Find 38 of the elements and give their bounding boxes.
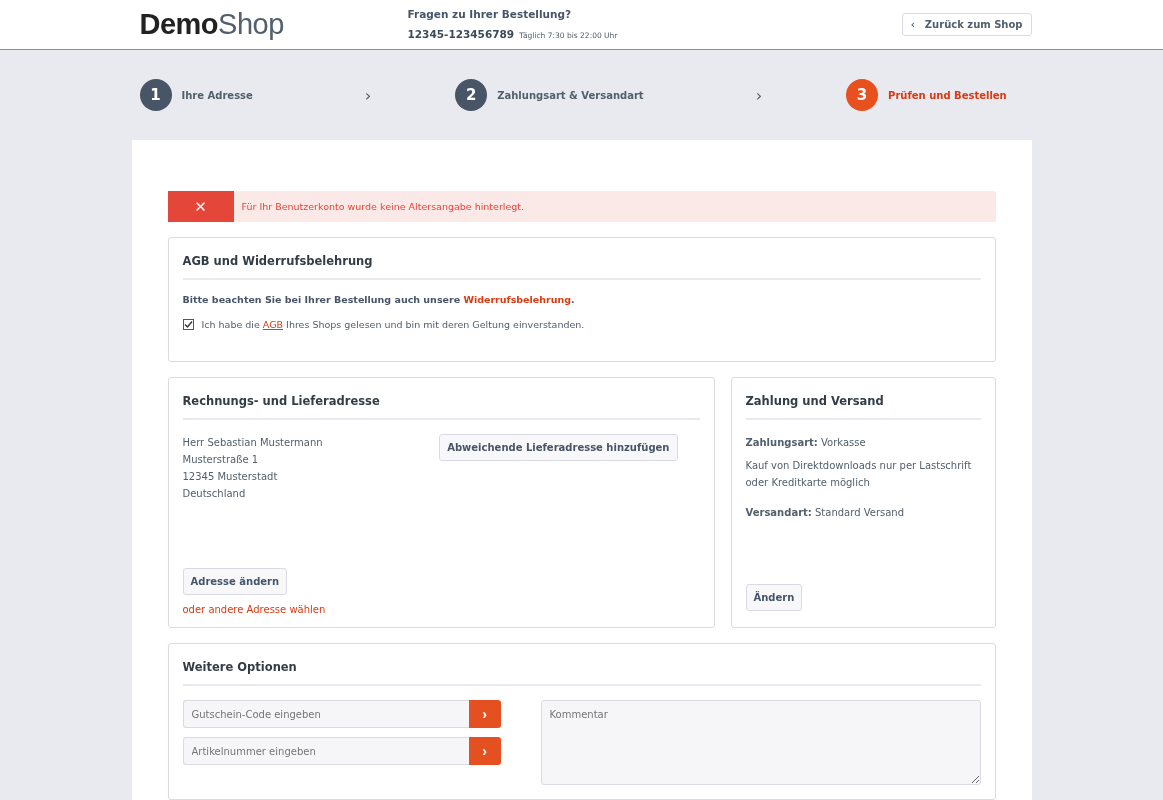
terms-checkbox[interactable] (182, 319, 194, 330)
step-label[interactable]: Prüfen und Bestellen (888, 89, 1007, 101)
change-payment-button[interactable]: Ändern (745, 584, 803, 611)
address-line: Herr Sebastian Mustermann (182, 436, 323, 450)
error-message: Für Ihr Benutzerkonto wurde keine Altersangabe hinterlegt. (241, 201, 525, 212)
submit-button[interactable]: › (468, 737, 501, 765)
error-icon: ✕ (167, 191, 234, 222)
payment-note: Kauf von Direktdownloads nur per Lastschrift oder Kreditkarte möglich (745, 459, 973, 490)
change-address-button[interactable]: Adresse ändern (182, 568, 288, 595)
comment-field[interactable]: Kommentar (540, 700, 981, 785)
submit-button[interactable]: › (468, 700, 501, 728)
step-separator: › (364, 85, 372, 105)
address-line: Musterstraße 1 (182, 453, 260, 467)
contact-question: Fragen zu Ihrer Bestellung? (407, 7, 573, 20)
panel-title: Zahlung und Versand (745, 378, 981, 420)
phone-number: 12345-123456789 (407, 27, 515, 40)
address-line: 12345 Musterstadt (182, 470, 279, 484)
terms-label: Ich habe die AGB Ihres Shops gelesen und bin mit deren Geltung einverstanden. (201, 319, 585, 330)
panel-title: Weitere Optionen (182, 644, 981, 686)
terms-link[interactable]: AGB (262, 319, 284, 330)
address-line: Deutschland (182, 487, 247, 501)
choose-other-address-link[interactable]: oder andere Adresse wählen (182, 604, 326, 615)
step-number[interactable]: 2 (455, 79, 488, 111)
step-number[interactable]: 3 (846, 79, 879, 111)
logo[interactable]: DemoShop (139, 8, 408, 41)
back-to-shop-button[interactable]: ‹ Zurück zum Shop (901, 13, 1032, 36)
step-number[interactable]: 1 (139, 79, 172, 111)
step-separator: › (755, 85, 763, 105)
withdrawal-notice: Bitte beachten Sie bei Ihrer Bestellung auch unsere Widerrufsbelehrung. (182, 294, 576, 305)
code-input-field[interactable]: Artikelnummer eingeben (182, 737, 469, 765)
step-label[interactable]: Zahlungsart & Versandart (497, 89, 644, 101)
panel-title: Rechnungs- und Lieferadresse (182, 378, 700, 420)
panel-title: AGB und Widerrufsbelehrung (182, 238, 981, 280)
code-input-field[interactable]: Gutschein-Code eingeben (182, 700, 469, 728)
step-label[interactable]: Ihre Adresse (181, 89, 253, 101)
shipping-method: Versandart: Standard Versand (745, 506, 905, 520)
add-delivery-address-button[interactable]: Abweichende Lieferadresse hinzufügen (439, 434, 678, 461)
payment-method: Zahlungsart: Vorkasse (745, 436, 866, 450)
